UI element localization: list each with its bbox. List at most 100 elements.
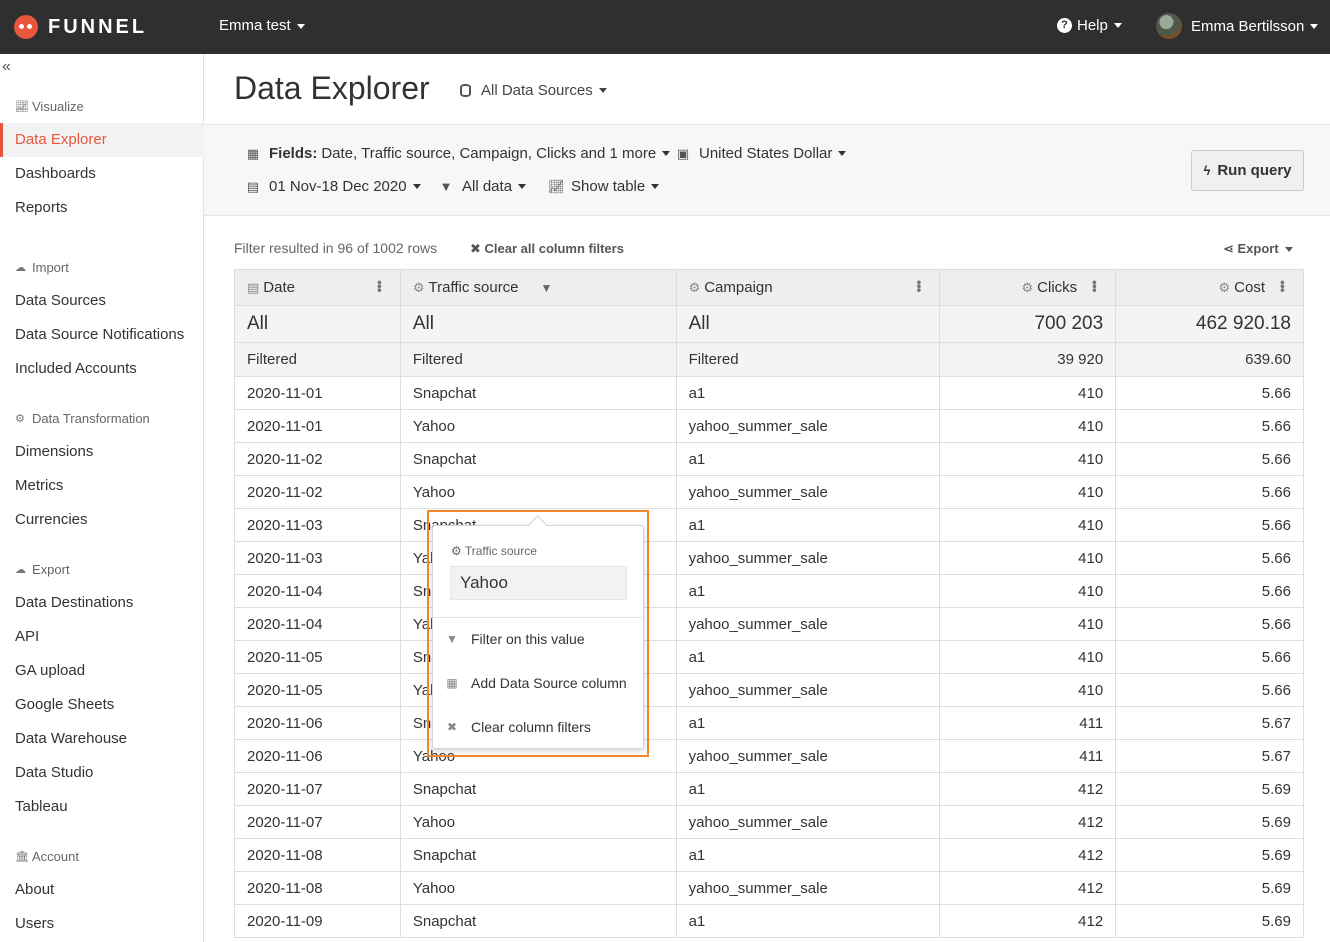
table-cell[interactable]: 5.69 [1116, 839, 1304, 871]
column-menu-icon[interactable]: ••• [372, 280, 388, 292]
add-data-source-column-item[interactable]: ▦ Add Data Source column [445, 675, 626, 691]
table-cell[interactable]: 2020-11-03 [235, 509, 401, 541]
table-cell[interactable]: 410 [940, 410, 1117, 442]
table-cell[interactable]: 5.69 [1116, 773, 1304, 805]
column-header-clicks[interactable]: ⚙ Clicks ••• [940, 270, 1117, 305]
table-cell[interactable]: 412 [940, 773, 1117, 805]
table-cell[interactable]: 410 [940, 575, 1117, 607]
table-cell[interactable]: 5.66 [1116, 641, 1304, 673]
table-cell[interactable]: 2020-11-04 [235, 608, 401, 640]
table-cell[interactable]: Yahoo [401, 806, 677, 838]
table-cell[interactable]: 410 [940, 509, 1117, 541]
table-cell[interactable]: yahoo_summer_sale [677, 542, 941, 574]
table-cell[interactable]: 2020-11-07 [235, 773, 401, 805]
table-cell[interactable]: 412 [940, 872, 1117, 904]
workspace-dropdown[interactable]: Emma test [219, 17, 305, 34]
table-cell[interactable]: 2020-11-02 [235, 443, 401, 475]
table-cell[interactable]: 5.66 [1116, 377, 1304, 409]
table-cell[interactable]: 5.69 [1116, 806, 1304, 838]
table-cell[interactable]: yahoo_summer_sale [677, 476, 941, 508]
table-cell[interactable]: yahoo_summer_sale [677, 410, 941, 442]
table-cell[interactable]: 5.66 [1116, 509, 1304, 541]
table-cell[interactable]: Yahoo [401, 410, 677, 442]
sidebar-item-reports[interactable]: Reports [0, 191, 204, 225]
table-cell[interactable]: yahoo_summer_sale [677, 872, 941, 904]
column-menu-icon[interactable]: ••• [1087, 280, 1103, 292]
table-cell[interactable]: 5.66 [1116, 476, 1304, 508]
table-cell[interactable]: 2020-11-05 [235, 674, 401, 706]
table-cell[interactable]: yahoo_summer_sale [677, 806, 941, 838]
fields-dropdown[interactable]: ▦ Fields: Date, Traffic source, Campaign… [246, 145, 671, 162]
table-cell[interactable]: 5.66 [1116, 575, 1304, 607]
sidebar-item-data-destinations[interactable]: Data Destinations [0, 586, 204, 620]
table-cell[interactable]: a1 [677, 839, 941, 871]
column-menu-icon[interactable]: ••• [911, 280, 927, 292]
table-cell[interactable]: yahoo_summer_sale [677, 674, 941, 706]
sidebar-item-data-explorer[interactable]: Data Explorer [0, 123, 204, 157]
table-cell[interactable]: a1 [677, 575, 941, 607]
filter-on-value-item[interactable]: ▼ Filter on this value [445, 631, 585, 647]
table-cell[interactable]: 2020-11-04 [235, 575, 401, 607]
sidebar-item-tableau[interactable]: Tableau [0, 790, 204, 824]
table-cell[interactable]: Snapchat [401, 443, 677, 475]
sidebar-item-currencies[interactable]: Currencies [0, 503, 204, 537]
export-dropdown[interactable]: ⋖ Export [1223, 241, 1293, 257]
table-cell[interactable]: 2020-11-03 [235, 542, 401, 574]
table-cell[interactable]: 2020-11-01 [235, 377, 401, 409]
table-cell[interactable]: 2020-11-06 [235, 707, 401, 739]
column-header-campaign[interactable]: ⚙ Campaign ••• [677, 270, 941, 305]
collapse-sidebar-icon[interactable]: « [2, 58, 11, 76]
table-cell[interactable]: 410 [940, 674, 1117, 706]
table-cell[interactable]: 5.66 [1116, 542, 1304, 574]
table-cell[interactable]: 5.69 [1116, 872, 1304, 904]
clear-column-filters-item[interactable]: ✖ Clear column filters [445, 719, 591, 735]
sidebar-item-dashboards[interactable]: Dashboards [0, 157, 204, 191]
sidebar-item-data-source-notifications[interactable]: Data Source Notifications [0, 318, 204, 352]
sidebar-item-data-sources[interactable]: Data Sources [0, 284, 204, 318]
table-cell[interactable]: a1 [677, 443, 941, 475]
table-cell[interactable]: yahoo_summer_sale [677, 608, 941, 640]
table-cell[interactable]: Snapchat [401, 839, 677, 871]
column-menu-icon[interactable]: ••• [1275, 280, 1291, 292]
table-cell[interactable]: 2020-11-07 [235, 806, 401, 838]
table-cell[interactable]: 410 [940, 608, 1117, 640]
user-menu[interactable]: Emma Bertilsson [1156, 13, 1319, 39]
column-header-traffic-source[interactable]: ⚙ Traffic source ▼ [401, 270, 677, 305]
table-cell[interactable]: yahoo_summer_sale [677, 740, 941, 772]
data-source-dropdown[interactable]: All Data Sources [460, 82, 607, 99]
column-header-cost[interactable]: ⚙ Cost ••• [1116, 270, 1304, 305]
table-cell[interactable]: 410 [940, 443, 1117, 475]
column-header-date[interactable]: ▤ Date ••• [235, 270, 401, 305]
filter-icon[interactable]: ▼ [541, 281, 553, 295]
table-cell[interactable]: 2020-11-01 [235, 410, 401, 442]
table-cell[interactable]: 2020-11-09 [235, 905, 401, 937]
table-cell[interactable]: 411 [940, 707, 1117, 739]
sidebar-item-about[interactable]: About [0, 873, 204, 907]
table-cell[interactable]: 2020-11-08 [235, 839, 401, 871]
table-cell[interactable]: 5.66 [1116, 410, 1304, 442]
sidebar-item-google-sheets[interactable]: Google Sheets [0, 688, 204, 722]
table-cell[interactable]: Snapchat [401, 773, 677, 805]
table-cell[interactable]: 5.66 [1116, 608, 1304, 640]
table-cell[interactable]: 412 [940, 806, 1117, 838]
table-cell[interactable]: Yahoo [401, 476, 677, 508]
table-cell[interactable]: 412 [940, 905, 1117, 937]
table-cell[interactable]: Yahoo [401, 872, 677, 904]
table-cell[interactable]: a1 [677, 641, 941, 673]
table-cell[interactable]: 2020-11-05 [235, 641, 401, 673]
table-cell[interactable]: 5.67 [1116, 707, 1304, 739]
table-cell[interactable]: a1 [677, 707, 941, 739]
sidebar-item-included-accounts[interactable]: Included Accounts [0, 352, 204, 386]
view-dropdown[interactable]: 📈︎ Show table [548, 178, 660, 195]
funnel-logo[interactable]: FUNNEL [14, 12, 147, 42]
run-query-button[interactable]: ϟ Run query [1191, 150, 1304, 191]
table-cell[interactable]: 410 [940, 377, 1117, 409]
table-cell[interactable]: 5.66 [1116, 674, 1304, 706]
table-cell[interactable]: 5.67 [1116, 740, 1304, 772]
table-cell[interactable]: 5.66 [1116, 443, 1304, 475]
table-cell[interactable]: 2020-11-08 [235, 872, 401, 904]
table-cell[interactable]: 412 [940, 839, 1117, 871]
sidebar-item-metrics[interactable]: Metrics [0, 469, 204, 503]
table-cell[interactable]: 410 [940, 476, 1117, 508]
table-cell[interactable]: a1 [677, 773, 941, 805]
